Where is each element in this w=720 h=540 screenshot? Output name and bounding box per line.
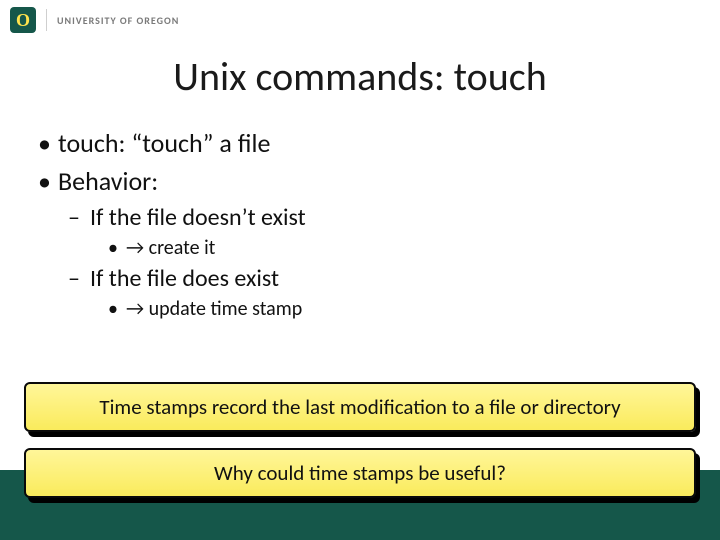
bullet-dot-icon: • <box>38 127 58 159</box>
university-name: UNIVERSITY OF OREGON <box>57 14 179 27</box>
bullet-dot-icon: • <box>108 297 126 321</box>
uo-logo-letter: O <box>16 10 30 31</box>
bullet-dash-icon: – <box>68 203 90 232</box>
bullet-text: → create it <box>126 236 215 260</box>
bullet-text: If the file does exist <box>90 264 279 293</box>
bullet-level3: • → update time stamp <box>108 297 682 321</box>
bullet-level3: • → create it <box>108 236 682 260</box>
bullet-level2: – If the file does exist <box>68 264 682 293</box>
bullet-dot-icon: • <box>38 165 58 197</box>
slide-header: O UNIVERSITY OF OREGON <box>0 0 720 36</box>
uo-logo: O <box>10 7 36 33</box>
slide-title: Unix commands: touch <box>0 52 720 101</box>
bullet-dot-icon: • <box>108 236 126 260</box>
bullet-level1: • Behavior: <box>38 165 682 197</box>
bullet-text: Behavior: <box>58 165 158 197</box>
bullet-text: → update time stamp <box>126 297 302 321</box>
callout-stack: Time stamps record the last modification… <box>0 382 720 514</box>
slide-body: • touch: “touch” a file • Behavior: – If… <box>0 101 720 321</box>
callout-box: Why could time stamps be useful? <box>24 448 696 498</box>
bullet-dash-icon: – <box>68 264 90 293</box>
bullet-level1: • touch: “touch” a file <box>38 127 682 159</box>
bullet-level2: – If the file doesn’t exist <box>68 203 682 232</box>
bullet-text: If the file doesn’t exist <box>90 203 306 232</box>
bullet-text: touch: “touch” a file <box>58 127 270 159</box>
callout-box: Time stamps record the last modification… <box>24 382 696 432</box>
header-divider <box>46 9 47 31</box>
